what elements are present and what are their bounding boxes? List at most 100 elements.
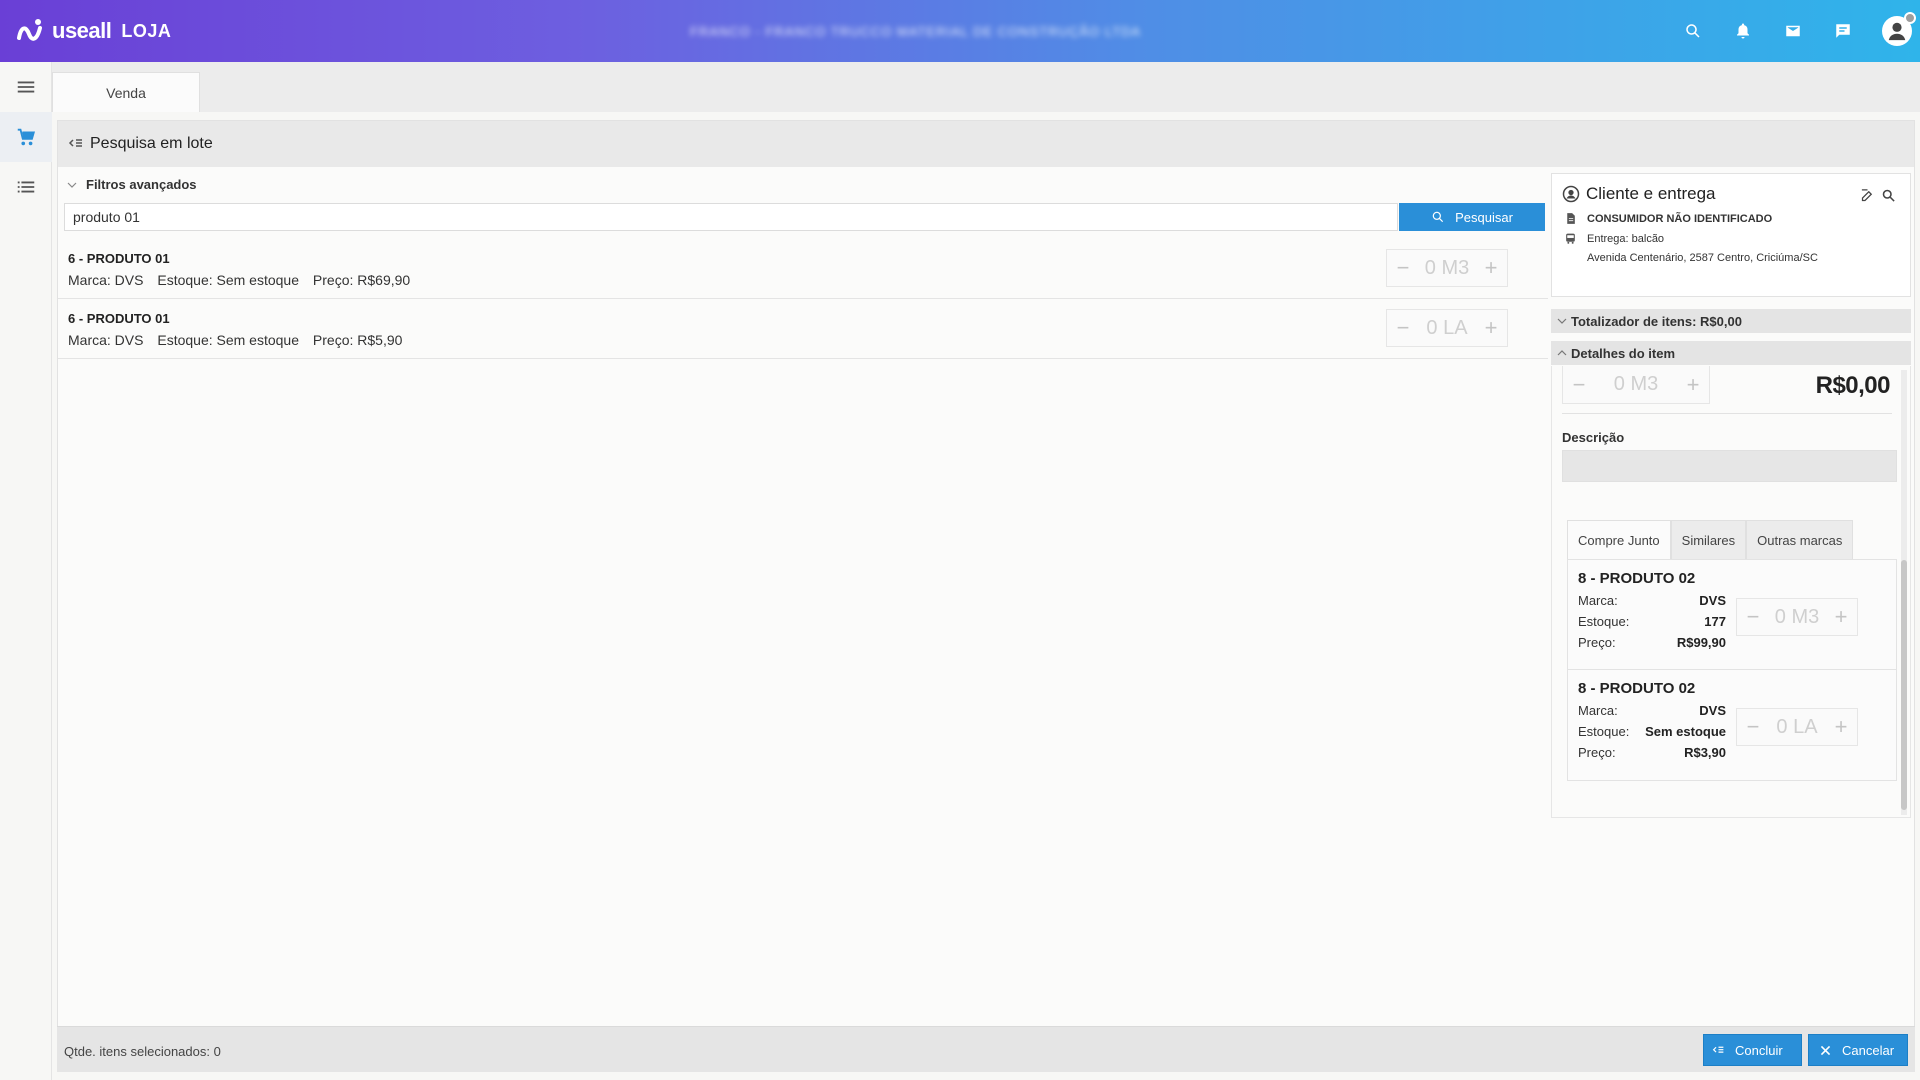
scrollbar-thumb[interactable] bbox=[1901, 560, 1907, 810]
stock-value: Sem estoque bbox=[1645, 724, 1726, 739]
result-price: Preço: R$69,90 bbox=[312, 272, 411, 288]
search-icon bbox=[1432, 211, 1444, 223]
stock-label: Estoque: bbox=[1578, 724, 1630, 739]
increment-button[interactable]: + bbox=[1475, 310, 1507, 346]
brand-value: DVS bbox=[1699, 703, 1726, 718]
result-brand: Marca: DVS bbox=[68, 332, 144, 348]
user-circle-icon bbox=[1562, 185, 1580, 203]
increment-button[interactable]: + bbox=[1825, 709, 1857, 745]
increment-button[interactable]: + bbox=[1677, 367, 1709, 403]
customer-name: CONSUMIDOR NÃO IDENTIFICADO bbox=[1587, 212, 1773, 225]
user-icon bbox=[1888, 22, 1906, 41]
cancel-label: Cancelar bbox=[1842, 1042, 1895, 1058]
quantity-value[interactable]: 0 LA bbox=[1419, 317, 1475, 340]
quantity-stepper: − 0 M3 + bbox=[1736, 598, 1858, 636]
price-value: R$99,90 bbox=[1676, 635, 1726, 650]
client-delivery-card: Cliente e entrega CONSUMIDOR NÃO IDENTIF… bbox=[1551, 173, 1911, 297]
decrement-button[interactable]: − bbox=[1387, 250, 1419, 286]
conclude-button[interactable]: Concluir bbox=[1703, 1034, 1802, 1066]
decrement-button[interactable]: − bbox=[1737, 709, 1769, 745]
search-button[interactable]: Pesquisar bbox=[1399, 203, 1545, 231]
notifications-bell-icon[interactable] bbox=[1718, 0, 1768, 62]
cart-icon bbox=[17, 128, 36, 146]
tab-strip: Venda bbox=[52, 62, 1920, 112]
brand-logo[interactable]: useall LOJA bbox=[16, 18, 171, 44]
item-details-label: Detalhes do item bbox=[1571, 345, 1676, 361]
status-dot bbox=[1904, 12, 1916, 24]
totalizer-accordion[interactable]: Totalizador de itens: R$0,00 bbox=[1551, 309, 1911, 333]
rail-cart-button[interactable] bbox=[0, 112, 52, 162]
result-row[interactable]: 6 - PRODUTO 01 Marca: DVS Estoque: Sem e… bbox=[58, 239, 1548, 299]
tab-venda[interactable]: Venda bbox=[52, 72, 200, 112]
user-avatar[interactable] bbox=[1882, 12, 1916, 46]
rail-list-button[interactable] bbox=[0, 162, 52, 212]
result-row[interactable]: 6 - PRODUTO 01 Marca: DVS Estoque: Sem e… bbox=[58, 299, 1548, 359]
chat-icon[interactable] bbox=[1818, 0, 1868, 62]
tab-outras-marcas[interactable]: Outras marcas bbox=[1746, 520, 1854, 560]
delivery-type: Entrega: balcão bbox=[1587, 232, 1665, 245]
search-icon[interactable] bbox=[1668, 0, 1718, 62]
result-name: 6 - PRODUTO 01 bbox=[68, 311, 170, 326]
quantity-value[interactable]: 0 M3 bbox=[1769, 606, 1825, 629]
advanced-filters-toggle[interactable]: Filtros avançados bbox=[66, 177, 197, 192]
list-icon bbox=[17, 181, 35, 193]
search-input[interactable] bbox=[64, 203, 1398, 231]
filters-label: Filtros avançados bbox=[86, 177, 197, 192]
search-client-icon[interactable] bbox=[1881, 188, 1896, 203]
footer-bar: Qtde. itens selecionados: 0 Concluir Can… bbox=[57, 1026, 1915, 1072]
quantity-stepper: − 0 LA + bbox=[1736, 708, 1858, 746]
list-item[interactable]: 8 - PRODUTO 02 Marca: DVS Estoque: 177 Pre… bbox=[1568, 560, 1896, 670]
related-products-list: 8 - PRODUTO 02 Marca: DVS Estoque: 177 Pre… bbox=[1567, 559, 1897, 781]
quantity-value[interactable]: 0 LA bbox=[1769, 716, 1825, 739]
brand-value: DVS bbox=[1699, 593, 1726, 608]
totalizer-label: Totalizador de itens: R$0,00 bbox=[1571, 313, 1742, 329]
details-scrollbar[interactable] bbox=[1901, 370, 1907, 815]
chevron-down-icon bbox=[1557, 318, 1567, 324]
detail-quantity-stepper: − 0 M3 + bbox=[1562, 366, 1710, 404]
increment-button[interactable]: + bbox=[1825, 599, 1857, 635]
decrement-button[interactable]: − bbox=[1387, 310, 1419, 346]
brand-label: Marca: bbox=[1578, 593, 1618, 608]
chevron-up-icon bbox=[1557, 350, 1567, 356]
related-name: 8 - PRODUTO 02 bbox=[1578, 570, 1696, 587]
tab-similares[interactable]: Similares bbox=[1670, 520, 1747, 560]
quantity-value[interactable]: 0 M3 bbox=[1419, 257, 1475, 280]
close-icon bbox=[1820, 1045, 1831, 1055]
bus-icon bbox=[1566, 233, 1575, 244]
result-name: 6 - PRODUTO 01 bbox=[68, 251, 170, 266]
item-details-accordion[interactable]: Detalhes do item bbox=[1551, 341, 1911, 365]
description-label: Descrição bbox=[1562, 430, 1625, 445]
quantity-value[interactable]: 0 M3 bbox=[1595, 373, 1677, 396]
stock-label: Estoque: bbox=[1578, 614, 1630, 629]
related-name: 8 - PRODUTO 02 bbox=[1578, 680, 1696, 697]
conclude-label: Concluir bbox=[1735, 1042, 1783, 1058]
edit-icon[interactable] bbox=[1860, 188, 1875, 203]
delivery-address: Avenida Centenário, 2587 Centro, Criciúm… bbox=[1587, 252, 1818, 264]
item-details-panel: − 0 M3 + R$0,00 Descrição Compre Junto S… bbox=[1551, 366, 1911, 818]
results-list: 6 - PRODUTO 01 Marca: DVS Estoque: Sem e… bbox=[58, 239, 1548, 359]
decrement-button[interactable]: − bbox=[1737, 599, 1769, 635]
mail-icon[interactable] bbox=[1768, 0, 1818, 62]
search-button-label: Pesquisar bbox=[1455, 209, 1513, 225]
quantity-stepper: − 0 M3 + bbox=[1386, 249, 1508, 287]
decrement-button[interactable]: − bbox=[1563, 367, 1595, 403]
list-item[interactable]: 8 - PRODUTO 02 Marca: DVS Estoque: Sem est… bbox=[1568, 670, 1896, 780]
batch-list-icon bbox=[1712, 1046, 1724, 1053]
left-rail bbox=[0, 62, 52, 1080]
description-field[interactable] bbox=[1562, 450, 1897, 482]
brand-product: LOJA bbox=[121, 20, 172, 41]
selected-count: Qtde. itens selecionados: 0 bbox=[64, 1044, 221, 1059]
result-stock: Estoque: Sem estoque bbox=[157, 272, 300, 288]
price-value: R$3,90 bbox=[1684, 745, 1726, 760]
menu-toggle-button[interactable] bbox=[0, 62, 52, 112]
top-bar: useall LOJA FRANCO - FRANCO TRUCCO MATER… bbox=[0, 0, 1920, 62]
cancel-button[interactable]: Cancelar bbox=[1808, 1034, 1908, 1066]
result-stock: Estoque: Sem estoque bbox=[157, 332, 300, 348]
chevron-down-icon bbox=[67, 182, 77, 188]
quantity-stepper: − 0 LA + bbox=[1386, 309, 1508, 347]
tab-compre-junto[interactable]: Compre Junto bbox=[1567, 520, 1671, 560]
increment-button[interactable]: + bbox=[1475, 250, 1507, 286]
client-title: Cliente e entrega bbox=[1586, 184, 1716, 203]
brand-name: useall bbox=[52, 18, 112, 43]
divider bbox=[1562, 413, 1892, 414]
